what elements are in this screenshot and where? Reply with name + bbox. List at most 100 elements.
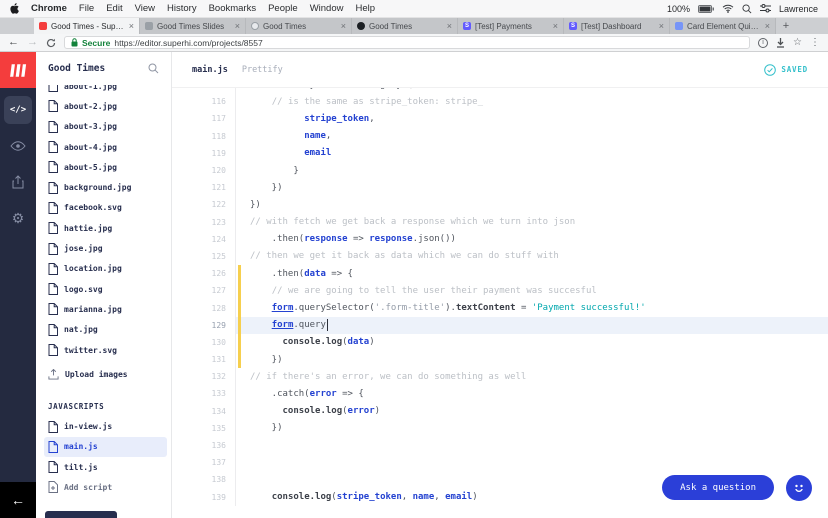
file-item[interactable]: nat.jpg bbox=[36, 320, 171, 340]
ask-question-button[interactable]: Ask a question bbox=[662, 475, 774, 500]
browser-tab[interactable]: [Test] Payments × bbox=[458, 18, 564, 34]
tab-strip: Good Times - Superhi × Good Times Slides × G… bbox=[0, 18, 828, 34]
line-number: 118 bbox=[172, 127, 236, 145]
file-item[interactable]: about-5.jpg bbox=[36, 157, 171, 177]
code-line-121[interactable]: 121 }) bbox=[172, 179, 828, 197]
browser-tab[interactable]: Good Times × bbox=[246, 18, 352, 34]
code-line-129[interactable]: 129 form .query bbox=[172, 316, 828, 334]
spotlight-search-icon[interactable] bbox=[742, 3, 752, 14]
back-button[interactable]: ← bbox=[8, 37, 19, 48]
file-item[interactable]: background.jpg bbox=[36, 177, 171, 197]
tab-close-icon[interactable]: × bbox=[341, 21, 346, 31]
file-item[interactable]: about-1.jpg bbox=[36, 85, 171, 96]
file-item[interactable]: facebook.svg bbox=[36, 198, 171, 218]
file-item[interactable]: tilt.js bbox=[36, 457, 171, 477]
add-script-button[interactable]: Add script bbox=[36, 477, 171, 497]
code-line-117[interactable]: 117 stripe_token, bbox=[172, 110, 828, 128]
code-line-130[interactable]: 130 console.log(data) bbox=[172, 333, 828, 351]
menu-item[interactable]: View bbox=[135, 3, 155, 14]
line-marker bbox=[236, 145, 244, 162]
file-item[interactable]: main.js bbox=[44, 436, 167, 458]
menu-item[interactable]: Help bbox=[355, 3, 375, 14]
code-line-128[interactable]: 128 form .querySelector('.form-title'). te… bbox=[172, 299, 828, 317]
superhi-logo[interactable] bbox=[0, 52, 36, 88]
menu-item[interactable]: People bbox=[268, 3, 298, 14]
tab-close-icon[interactable]: × bbox=[447, 21, 452, 31]
tab-close-icon[interactable]: × bbox=[235, 21, 240, 31]
file-item[interactable]: logo.svg bbox=[36, 279, 171, 299]
menu-user-name[interactable]: Lawrence bbox=[779, 4, 818, 14]
code-line-122[interactable]: 122}) bbox=[172, 196, 828, 214]
file-sidebar: Good Times about-1.jpg about-2.jpg about… bbox=[36, 52, 172, 518]
code-line-135[interactable]: 135 }) bbox=[172, 419, 828, 437]
code-line-127[interactable]: 127 // we are going to tell the user the… bbox=[172, 282, 828, 300]
code-line-134[interactable]: 134 console.log(error) bbox=[172, 402, 828, 420]
page-info-icon[interactable]: i bbox=[758, 37, 769, 48]
code-line-119[interactable]: 119 email bbox=[172, 144, 828, 162]
wifi-icon[interactable] bbox=[722, 4, 734, 13]
code-text: }) bbox=[250, 182, 283, 193]
menu-item[interactable]: File bbox=[79, 3, 94, 14]
apple-menu-icon[interactable] bbox=[10, 3, 19, 14]
menu-app-name[interactable]: Chrome bbox=[31, 3, 67, 14]
address-bar[interactable]: Secure https://editor.superhi.com/projec… bbox=[64, 36, 751, 49]
file-search-icon[interactable] bbox=[148, 63, 159, 74]
share-button[interactable] bbox=[4, 168, 32, 196]
browser-tab[interactable]: [Test] Dashboard × bbox=[564, 18, 670, 34]
code-view-button[interactable]: </> bbox=[4, 96, 32, 124]
tab-close-icon[interactable]: × bbox=[129, 21, 134, 31]
file-item[interactable]: twitter.svg bbox=[36, 340, 171, 360]
code-line-125[interactable]: 125 // then we get it back as data which … bbox=[172, 247, 828, 266]
menu-item[interactable]: Bookmarks bbox=[209, 3, 257, 14]
browser-tab[interactable]: Good Times × bbox=[352, 18, 458, 34]
code-line-123[interactable]: 123 // with fetch we get back a response … bbox=[172, 213, 828, 231]
code-line-126[interactable]: 126 .then(data => { bbox=[172, 265, 828, 283]
code-line-116[interactable]: 116 // is the same as stripe_token: stri… bbox=[172, 93, 828, 111]
code-line-137[interactable]: 137 bbox=[172, 454, 828, 472]
menu-item[interactable]: Window bbox=[310, 3, 344, 14]
macos-menu-bar: Chrome File Edit View History Bookmarks Peopl… bbox=[0, 0, 828, 18]
refresh-button[interactable] bbox=[46, 38, 56, 48]
settings-gear-button[interactable]: ⚙ bbox=[4, 204, 32, 232]
chat-smiley-button[interactable] bbox=[786, 475, 812, 501]
file-item[interactable]: about-2.jpg bbox=[36, 96, 171, 116]
document-icon bbox=[48, 100, 58, 113]
file-item[interactable]: hattie.jpg bbox=[36, 218, 171, 238]
file-item[interactable]: in-view.js bbox=[36, 416, 171, 436]
file-item[interactable]: location.jpg bbox=[36, 259, 171, 279]
bookmark-star-icon[interactable]: ☆ bbox=[793, 37, 802, 48]
upload-images-button[interactable]: Upload images bbox=[36, 364, 171, 384]
file-list-scroll[interactable]: about-1.jpg about-2.jpg about-3.jpg abou… bbox=[36, 85, 171, 518]
forward-button[interactable]: → bbox=[27, 37, 38, 48]
code-line-131[interactable]: 131 }) bbox=[172, 351, 828, 369]
control-center-icon[interactable] bbox=[759, 4, 771, 13]
exit-editor-button[interactable]: ← bbox=[0, 482, 36, 518]
code-text: .catch(error => { bbox=[250, 388, 364, 399]
tab-close-icon[interactable]: × bbox=[553, 21, 558, 31]
menu-item[interactable]: History bbox=[167, 3, 197, 14]
browser-tab[interactable]: Card Element Quicksta × bbox=[670, 18, 776, 34]
document-icon bbox=[48, 344, 58, 356]
download-icon[interactable] bbox=[776, 37, 785, 48]
code-editor[interactable]: 115 body: JSON.stringify({116 // is the … bbox=[172, 88, 828, 518]
menu-item[interactable]: Edit bbox=[106, 3, 122, 14]
file-item[interactable]: jose.jpg bbox=[36, 238, 171, 258]
browser-tab[interactable]: Good Times - Superhi × bbox=[34, 18, 140, 34]
menu-dots-icon[interactable]: ⋮ bbox=[810, 37, 820, 48]
code-line-120[interactable]: 120 } bbox=[172, 161, 828, 180]
new-tab-button[interactable]: + bbox=[776, 18, 796, 34]
file-item[interactable]: marianna.jpg bbox=[36, 299, 171, 319]
code-line-132[interactable]: 132 // if there's an error, we can do som… bbox=[172, 368, 828, 386]
file-item[interactable]: about-3.jpg bbox=[36, 117, 171, 137]
code-line-133[interactable]: 133 .catch(error => { bbox=[172, 385, 828, 403]
browser-tab[interactable]: Good Times Slides × bbox=[140, 18, 246, 34]
code-line-124[interactable]: 124 .then(response => response .json()) bbox=[172, 230, 828, 248]
tab-close-icon[interactable]: × bbox=[659, 21, 664, 31]
editor-file-tab[interactable]: main.js bbox=[192, 65, 228, 75]
prettify-button[interactable]: Prettify bbox=[242, 65, 283, 75]
preview-eye-button[interactable] bbox=[4, 132, 32, 160]
file-item[interactable]: about-4.jpg bbox=[36, 137, 171, 157]
code-line-136[interactable]: 136 bbox=[172, 436, 828, 455]
tab-close-icon[interactable]: × bbox=[765, 21, 770, 31]
code-line-118[interactable]: 118 name, bbox=[172, 127, 828, 145]
